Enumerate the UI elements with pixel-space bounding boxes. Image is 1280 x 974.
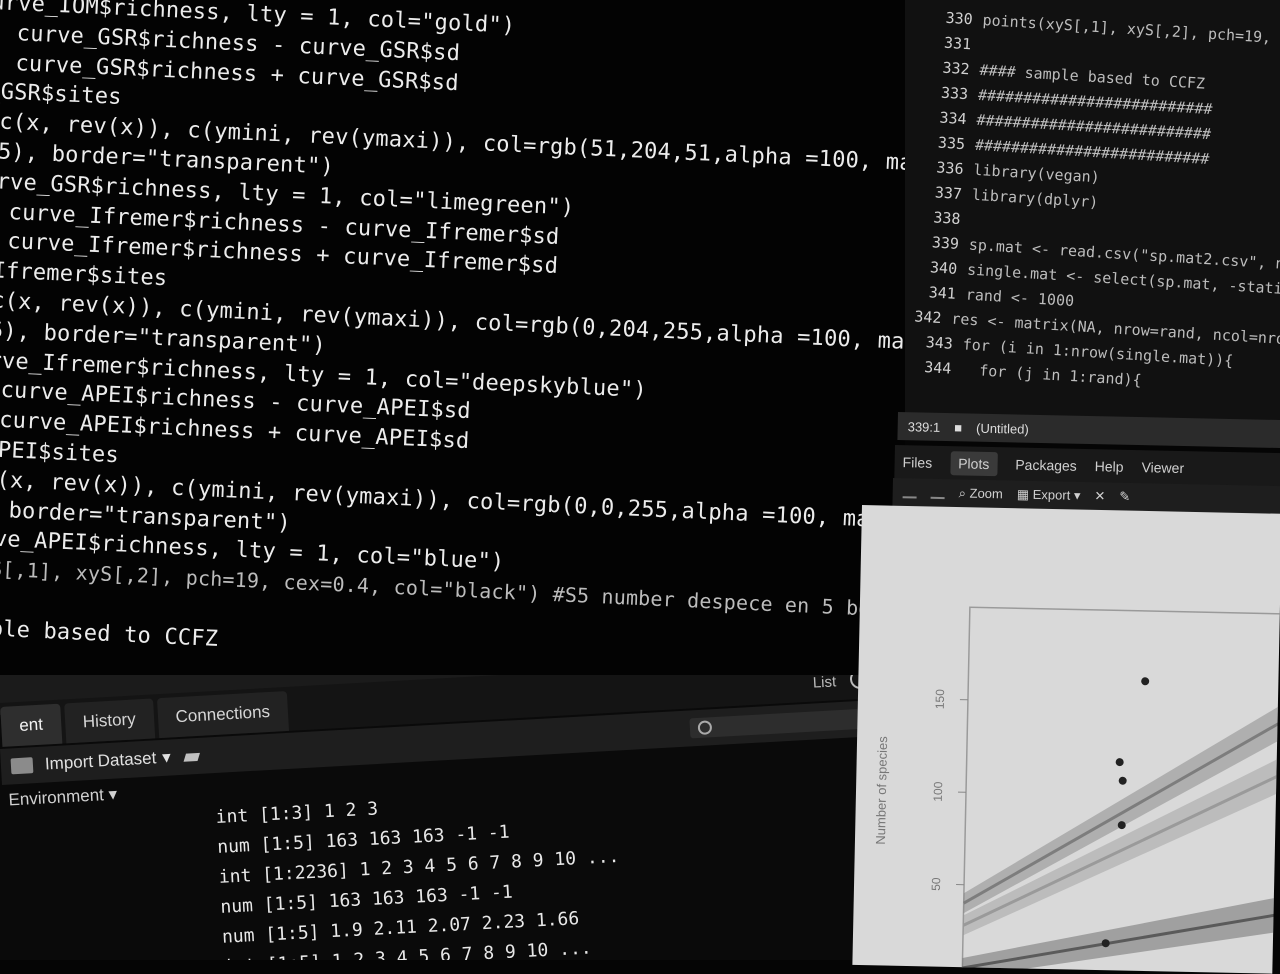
list-view-select[interactable]: List (812, 675, 836, 692)
cursor-position: 339:1 (908, 419, 941, 435)
scope-label[interactable]: (Untitled) (976, 420, 1029, 436)
line-number: 336 (923, 155, 974, 183)
data-point (1116, 758, 1124, 766)
tab-plots[interactable]: Plots (950, 451, 998, 476)
line-number: 335 (924, 130, 975, 158)
environment-pane: ent History Connections List Import Data… (0, 675, 880, 960)
line-number: 339 (918, 230, 969, 258)
broom-icon[interactable]: ✎ (1119, 489, 1130, 505)
line-number: 337 (921, 180, 972, 208)
zoom-label: Zoom (969, 486, 1003, 502)
status-marker-icon: ■ (954, 420, 962, 435)
export-label: Export (1033, 487, 1071, 503)
tab-help[interactable]: Help (1095, 458, 1124, 475)
y-axis-label: Number of species (873, 736, 890, 845)
secondary-editor-lines: 329330points(xyS[,1], xyS[,2], pch=19, c… (911, 0, 1280, 405)
line-number: 331 (930, 30, 981, 58)
tab-connections[interactable]: Connections (157, 691, 290, 738)
line-number: 338 (920, 205, 971, 233)
search-input[interactable] (689, 709, 860, 738)
line-number: 332 (929, 55, 980, 83)
environment-scope-label: Environment (8, 785, 104, 809)
delete-plot-icon[interactable]: ✕ (1094, 488, 1105, 504)
secondary-editor[interactable]: 329330points(xyS[,1], xyS[,2], pch=19, c… (905, 0, 1280, 440)
code-lines: urve_IOM$richness, lty = 1, col="gold") … (0, 0, 905, 688)
line-number: 340 (917, 254, 968, 282)
species-accumulation-chart: 150 100 50 Number of species (852, 505, 1280, 974)
import-dataset-label: Import Dataset (44, 748, 156, 774)
line-number: 342 (914, 304, 953, 331)
import-dataset-button[interactable]: Import Dataset ▾ (44, 747, 171, 774)
load-workspace-icon[interactable] (11, 757, 34, 774)
y-tick-label: 50 (929, 877, 943, 891)
environment-rows: int [1:3] 1 2 3num [1:5] 163 163 163 -1 … (215, 766, 880, 960)
back-arrow-icon[interactable] (903, 486, 917, 498)
tab-environment[interactable]: ent (0, 704, 62, 747)
line-number: 330 (932, 5, 983, 33)
search-icon (698, 720, 713, 735)
line-number: 341 (915, 279, 966, 307)
chevron-down-icon: ▾ (108, 784, 118, 803)
chevron-down-icon: ▾ (162, 747, 172, 767)
export-button[interactable]: ▦ Export ▾ (1017, 487, 1081, 504)
tab-files[interactable]: Files (902, 454, 932, 471)
line-number: 343 (912, 329, 963, 357)
forward-arrow-icon[interactable] (931, 487, 945, 499)
line-number: 334 (926, 105, 977, 133)
y-tick-label: 100 (931, 781, 945, 802)
tab-packages[interactable]: Packages (1015, 457, 1077, 474)
line-number: 344 (911, 354, 962, 382)
plot-viewer: 150 100 50 Number of species (852, 505, 1280, 974)
broom-icon[interactable] (182, 747, 201, 766)
zoom-button[interactable]: ⌕ Zoom (959, 485, 1003, 502)
tab-viewer[interactable]: Viewer (1141, 459, 1184, 476)
data-point (1119, 777, 1127, 785)
line-number: 333 (927, 80, 978, 108)
data-point (1141, 677, 1149, 685)
tab-history[interactable]: History (64, 698, 155, 743)
y-tick-label: 150 (933, 689, 947, 710)
code-editor[interactable]: urve_IOM$richness, lty = 1, col="gold") … (0, 0, 905, 690)
